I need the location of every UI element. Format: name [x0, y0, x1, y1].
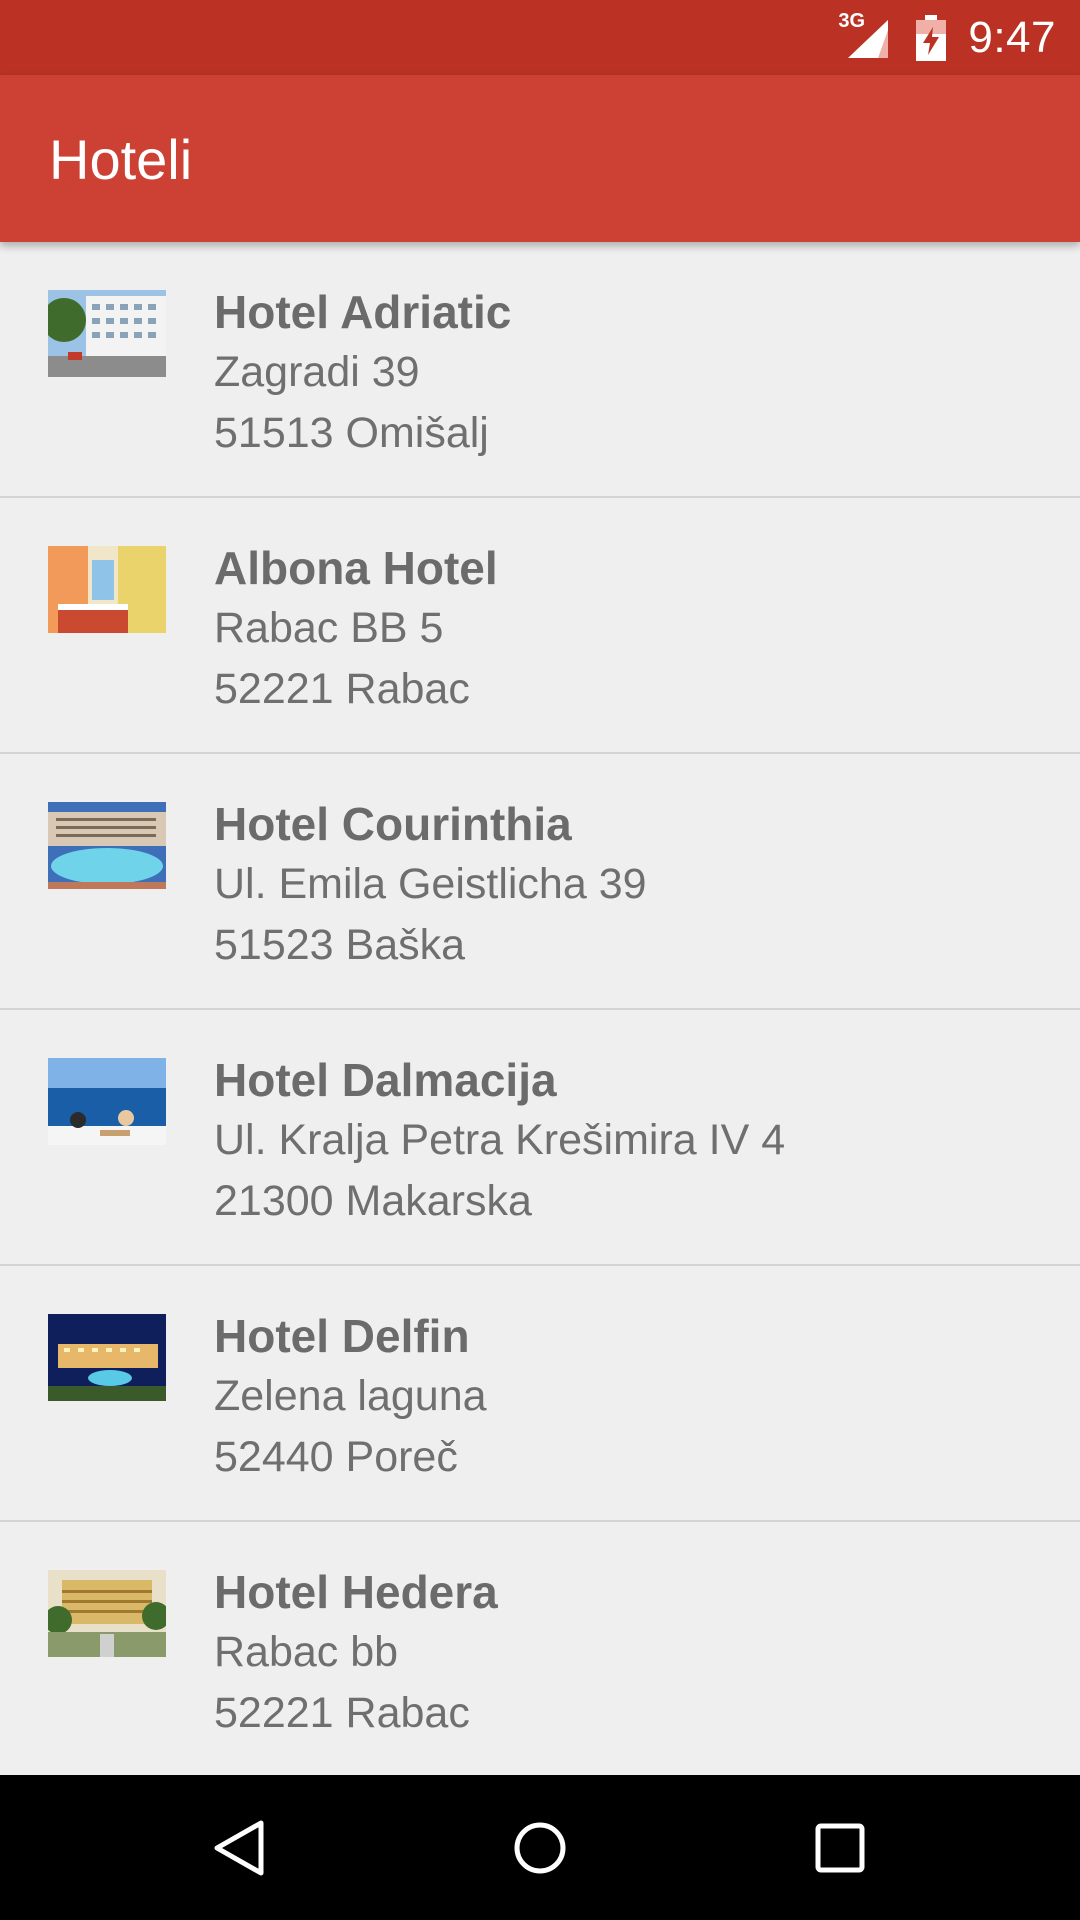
- hotel-city: 51513 Omišalj: [214, 409, 489, 457]
- hotel-name: Hotel Dalmacija: [214, 1054, 557, 1106]
- hotel-list-item[interactable]: Hotel Delfin Zelena laguna 52440 Poreč: [0, 1266, 1080, 1522]
- hotel-name: Hotel Delfin: [214, 1310, 470, 1362]
- hotel-thumbnail: [48, 1570, 166, 1657]
- hotel-list-item[interactable]: Hotel Adriatic Zagradi 39 51513 Omišalj: [0, 242, 1080, 498]
- hotel-thumbnail: [48, 1058, 166, 1145]
- hotel-list-item[interactable]: Hotel Courinthia Ul. Emila Geistlicha 39…: [0, 754, 1080, 1010]
- hotel-address: Ul. Emila Geistlicha 39: [214, 860, 647, 908]
- page-title: Hoteli: [49, 128, 193, 191]
- home-icon[interactable]: [505, 1813, 575, 1883]
- hotel-city: 52221 Rabac: [214, 665, 470, 713]
- hotel-name: Hotel Courinthia: [214, 798, 572, 850]
- hotel-city: 52440 Poreč: [214, 1433, 458, 1481]
- hotel-name: Albona Hotel: [214, 542, 498, 594]
- hotel-thumbnail: [48, 290, 166, 377]
- hotel-thumbnail: [48, 1314, 166, 1401]
- recent-apps-icon[interactable]: [805, 1813, 875, 1883]
- hotel-list: Hotel Adriatic Zagradi 39 51513 Omišalj …: [0, 242, 1080, 1775]
- app-bar: Hoteli: [0, 75, 1080, 242]
- clock: 9:47: [968, 12, 1056, 62]
- hotel-address: Ul. Kralja Petra Krešimira IV 4: [214, 1116, 786, 1164]
- back-icon[interactable]: [205, 1813, 275, 1883]
- hotel-name: Hotel Adriatic: [214, 286, 512, 338]
- signal-icon: 3G: [838, 10, 894, 60]
- status-bar: 3G 9:47: [0, 0, 1080, 75]
- battery-charging-icon: [916, 14, 947, 61]
- hotel-list-item[interactable]: Albona Hotel Rabac BB 5 52221 Rabac: [0, 498, 1080, 754]
- hotel-list-item[interactable]: Hotel Hedera Rabac bb 52221 Rabac: [0, 1522, 1080, 1775]
- hotel-address: Zelena laguna: [214, 1372, 487, 1420]
- hotel-list-item[interactable]: Hotel Dalmacija Ul. Kralja Petra Krešimi…: [0, 1010, 1080, 1266]
- hotel-name: Hotel Hedera: [214, 1566, 498, 1618]
- hotel-thumbnail: [48, 546, 166, 633]
- hotel-address: Rabac bb: [214, 1628, 399, 1676]
- hotel-thumbnail: [48, 802, 166, 889]
- hotel-city: 51523 Baška: [214, 921, 466, 969]
- hotel-city: 21300 Makarska: [214, 1177, 532, 1225]
- navigation-bar: [0, 1775, 1080, 1920]
- network-type: 3G: [838, 9, 866, 32]
- hotel-address: Zagradi 39: [214, 348, 420, 396]
- hotel-address: Rabac BB 5: [214, 604, 444, 652]
- hotel-city: 52221 Rabac: [214, 1689, 470, 1737]
